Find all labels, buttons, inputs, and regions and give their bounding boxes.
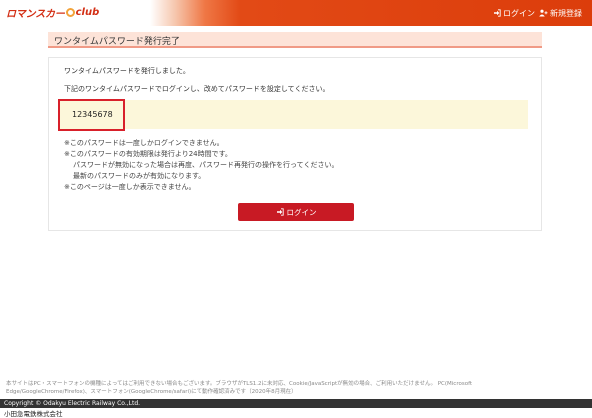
- note-item: ※このパスワードは一度しかログインできません。: [64, 139, 224, 147]
- copyright-text: Copyright © Odakyu Electric Railway Co.,…: [4, 400, 141, 407]
- page-title: ワンタイムパスワード発行完了: [54, 37, 180, 47]
- sign-in-icon: [276, 208, 284, 216]
- browser-disclaimer: 本サイトはPC・スマートフォンの機種によってはご利用できない場合もございます。ブ…: [6, 381, 473, 395]
- header-register-label: 新規登録: [550, 8, 582, 18]
- header-login-link[interactable]: ログイン: [493, 6, 535, 20]
- one-time-password: 12345678: [72, 110, 113, 119]
- login-button[interactable]: ログイン: [238, 203, 354, 221]
- issued-message: ワンタイムパスワードを発行しました。: [64, 67, 190, 75]
- footer-bar: Copyright © Odakyu Electric Railway Co.,…: [0, 399, 592, 408]
- site-logo[interactable]: ロマンスカー club: [6, 4, 99, 21]
- note-item: パスワードが無効になった場合は再度、パスワード再発行の操作を行ってください。: [73, 161, 339, 169]
- header-register-link[interactable]: 新規登録: [539, 6, 582, 20]
- password-box: [58, 100, 528, 129]
- site-header: ロマンスカー club ログイン 新規登録: [0, 0, 592, 26]
- company-name: 小田急電鉄株式会社: [4, 410, 63, 418]
- page-title-bar: ワンタイムパスワード発行完了: [48, 32, 542, 48]
- note-item: ※このパスワードの有効期限は発行より24時間です。: [64, 150, 232, 158]
- logo-text-club: club: [75, 7, 100, 18]
- note-item: 最新のパスワードのみが有効になります。: [73, 172, 206, 180]
- header-login-label: ログイン: [503, 8, 535, 18]
- user-plus-icon: [539, 9, 548, 17]
- notes-list: ※このパスワードは一度しかログインできません。 ※このパスワードの有効期限は発行…: [64, 138, 338, 193]
- logo-mark-icon: [65, 8, 75, 17]
- note-item: ※このページは一度しか表示できません。: [64, 183, 196, 191]
- sign-in-icon: [494, 9, 501, 17]
- login-button-label: ログイン: [286, 207, 317, 217]
- instruction-message: 下記のワンタイムパスワードでログインし、改めてパスワードを設定してください。: [64, 85, 330, 93]
- logo-text: ロマンスカー: [6, 9, 65, 20]
